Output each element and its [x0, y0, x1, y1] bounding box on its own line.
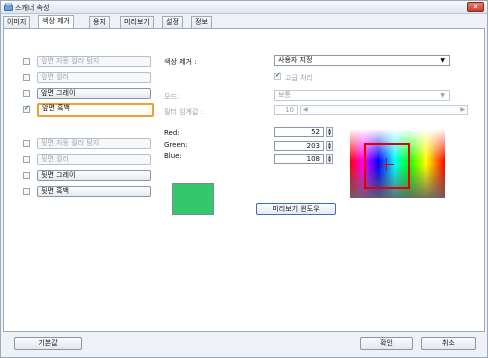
- option-back-color[interactable]: 뒷면 컬러: [37, 154, 151, 165]
- red-spinner[interactable]: ▲ ▼: [326, 127, 333, 137]
- tab-info[interactable]: 정보: [191, 16, 212, 28]
- default-button[interactable]: 기본값: [14, 337, 82, 350]
- filter-threshold-slider[interactable]: ◀ ▶: [300, 105, 468, 115]
- tab-preview[interactable]: 미리보기: [120, 16, 154, 28]
- crosshair-icon: [380, 164, 394, 165]
- option-back-gray[interactable]: 뒷면 그레이: [37, 170, 151, 181]
- option-checkbox-back-gray[interactable]: [23, 172, 30, 179]
- mode-value: 보통: [278, 91, 291, 99]
- green-label: Green:: [164, 141, 188, 149]
- option-checkbox-front-bw[interactable]: [23, 104, 30, 113]
- mode-dropdown[interactable]: 보통 ▼: [274, 90, 450, 101]
- close-button[interactable]: ✕: [467, 2, 484, 12]
- blue-label: Blue:: [164, 152, 182, 160]
- filter-threshold-input[interactable]: 10: [274, 105, 298, 115]
- window-title: 스캐너 속성: [15, 4, 50, 12]
- option-front-gray[interactable]: 앞면 그레이: [37, 88, 151, 99]
- mode-label: 모드:: [164, 93, 180, 101]
- blue-input[interactable]: 108: [274, 154, 324, 164]
- option-checkbox-back-bw[interactable]: [23, 188, 30, 195]
- option-checkbox-front-auto[interactable]: [23, 58, 30, 65]
- color-remove-dropdown[interactable]: 사용자 지정 ▼: [274, 55, 450, 66]
- color-remove-label: 색상 제거 :: [164, 58, 197, 66]
- option-front-color[interactable]: 앞면 컬러: [37, 72, 151, 83]
- green-input[interactable]: 203: [274, 141, 324, 151]
- tab-color-remove[interactable]: 색상 제거: [38, 15, 74, 28]
- color-swatch: [172, 183, 214, 215]
- title-bar: 스캐너 속성 ✕: [1, 1, 487, 14]
- color-remove-value: 사용자 지정: [278, 56, 313, 64]
- green-spinner[interactable]: ▲ ▼: [326, 141, 333, 151]
- option-back-auto-color[interactable]: 뒷면 자동 컬러 탐지: [37, 138, 151, 149]
- cancel-button[interactable]: 취소: [421, 337, 476, 350]
- scanner-properties-window: 스캐너 속성 ✕ 이미지 색상 제거 용지 미리보기 설정 정보 앞면 자동 컬…: [0, 0, 488, 358]
- option-checkbox-front-color[interactable]: [23, 74, 30, 81]
- advanced-checkbox[interactable]: [274, 71, 281, 80]
- option-checkbox-front-gray[interactable]: [23, 90, 30, 97]
- color-picker-selection-box[interactable]: [364, 143, 410, 189]
- option-front-auto-color[interactable]: 앞면 자동 컬러 탐지: [37, 56, 151, 67]
- crosshair-icon: [386, 158, 387, 171]
- blue-spinner[interactable]: ▲ ▼: [326, 154, 333, 164]
- red-input[interactable]: 52: [274, 127, 324, 137]
- option-back-bw[interactable]: 뒷면 흑백: [37, 186, 151, 197]
- option-front-bw[interactable]: 앞면 흑백: [37, 103, 154, 117]
- advanced-label: 고급 처리: [285, 74, 313, 82]
- option-checkbox-back-auto[interactable]: [23, 140, 30, 147]
- ok-button[interactable]: 확인: [360, 337, 413, 350]
- arrow-left-icon: ◀: [303, 106, 308, 113]
- scanner-icon: [4, 3, 13, 12]
- chevron-down-icon: ▼: [440, 57, 445, 64]
- arrow-right-icon: ▶: [460, 106, 465, 113]
- red-label: Red:: [164, 129, 180, 137]
- tab-image[interactable]: 이미지: [3, 16, 31, 28]
- filter-threshold-label: 필터 임계값 :: [164, 108, 204, 116]
- tab-paper[interactable]: 용지: [89, 16, 110, 28]
- preview-window-button[interactable]: 미리보기 윈도우: [256, 203, 336, 215]
- chevron-down-icon: ▼: [440, 92, 445, 99]
- option-checkbox-back-color[interactable]: [23, 156, 30, 163]
- tab-settings[interactable]: 설정: [162, 16, 183, 28]
